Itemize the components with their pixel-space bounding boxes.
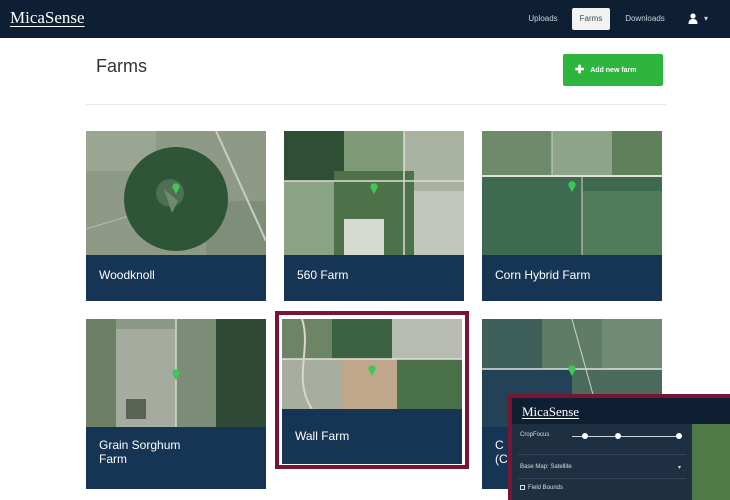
map-pin-icon: [172, 369, 180, 380]
farm-map-thumbnail: [284, 131, 464, 255]
map-pin-icon: [370, 183, 378, 194]
field-bounds-label: Field Bounds: [528, 485, 564, 491]
farm-name-label: Grain Sorghum Farm: [86, 427, 266, 489]
map-pin-icon: [568, 365, 576, 376]
nav-farms[interactable]: Farms: [572, 8, 610, 30]
farm-card-grain-sorghum-farm[interactable]: Grain Sorghum Farm: [86, 319, 266, 489]
farm-map-thumbnail: [86, 131, 266, 255]
page-title: Farms: [96, 56, 147, 76]
chevron-down-icon: ▾: [704, 14, 709, 23]
map-pin-icon: [568, 181, 576, 192]
slider-handle-max[interactable]: [676, 433, 682, 439]
inset-zoom-panel: MicaSense CropFocus Base Map: Satellite …: [508, 394, 730, 500]
farm-map-thumbnail: [482, 131, 662, 255]
inset-micasense-logo: MicaSense: [522, 404, 580, 419]
add-new-farm-button[interactable]: ✚ Add new farm: [563, 54, 663, 86]
inset-divider: [518, 454, 686, 455]
farm-card-560-farm[interactable]: 560 Farm: [284, 131, 464, 301]
farm-name-label: Woodknoll: [86, 255, 266, 301]
wall-farm-highlight-frame: [275, 311, 469, 469]
checkbox-icon[interactable]: [520, 485, 525, 490]
farm-card-woodknoll[interactable]: Woodknoll: [86, 131, 266, 301]
base-map-select[interactable]: Base Map: Satellite: [520, 464, 572, 470]
user-menu[interactable]: ▾: [684, 8, 720, 30]
farm-name-line-2: Farm: [99, 452, 127, 466]
header-divider: [86, 104, 666, 105]
slider-handle-min[interactable]: [582, 433, 588, 439]
user-icon: [688, 13, 698, 24]
inset-divider: [518, 478, 686, 479]
inset-map-preview: [692, 424, 730, 500]
crop-focus-label: CropFocus: [520, 432, 550, 438]
farm-map-thumbnail: [86, 319, 266, 427]
chevron-down-icon: ▾: [678, 465, 682, 471]
plus-icon: ✚: [575, 64, 585, 76]
farm-name-line-1: Grain Sorghum: [99, 438, 181, 452]
micasense-logo[interactable]: MicaSense: [10, 8, 85, 28]
map-pin-icon: [172, 183, 180, 194]
field-bounds-toggle[interactable]: Field Bounds: [520, 485, 563, 491]
inset-layer-panel: CropFocus Base Map: Satellite ▾ Field Bo…: [512, 424, 692, 500]
slider-handle-mid[interactable]: [615, 433, 621, 439]
farm-card-corn-hybrid-farm[interactable]: Corn Hybrid Farm: [482, 131, 662, 301]
farm-name-label: Corn Hybrid Farm: [482, 255, 662, 301]
nav-uploads[interactable]: Uploads: [518, 8, 568, 30]
farm-name-label: 560 Farm: [284, 255, 464, 301]
top-navbar: MicaSense Uploads Farms Downloads ▾: [0, 0, 730, 38]
crop-focus-slider[interactable]: [572, 436, 682, 437]
nav-downloads[interactable]: Downloads: [616, 8, 674, 30]
add-new-farm-label: Add new farm: [590, 67, 637, 74]
